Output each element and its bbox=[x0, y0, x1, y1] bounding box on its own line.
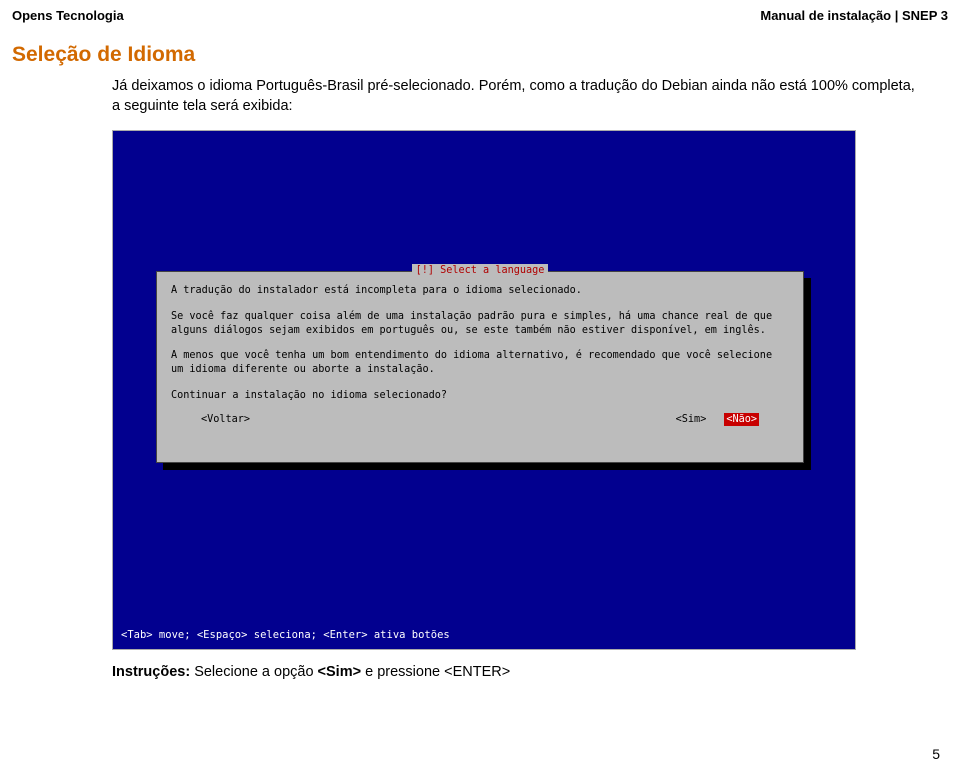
dialog-line-4: Continuar a instalação no idioma selecio… bbox=[171, 389, 789, 403]
instructions-enter: <ENTER> bbox=[444, 664, 510, 680]
header-left: Opens Tecnologia bbox=[12, 8, 124, 23]
instructions-text-1: Selecione a opção bbox=[190, 664, 317, 680]
page-number: 5 bbox=[932, 746, 940, 762]
instructions-line: Instruções: Selecione a opção <Sim> e pr… bbox=[112, 664, 948, 680]
instructions-sim: <Sim> bbox=[318, 664, 362, 680]
dialog-title: [!] Select a language bbox=[412, 264, 549, 278]
status-bar: <Tab> move; <Espaço> seleciona; <Enter> … bbox=[121, 629, 450, 641]
language-dialog: [!] Select a language A tradução do inst… bbox=[156, 271, 804, 463]
dialog-button-row: <Voltar> <Sim> <Não> bbox=[171, 413, 789, 427]
screenshot-container: [!] Select a language A tradução do inst… bbox=[112, 130, 948, 650]
header-right: Manual de instalação | SNEP 3 bbox=[760, 8, 948, 23]
dialog-line-3: A menos que você tenha um bom entendimen… bbox=[171, 349, 789, 377]
section-title: Seleção de Idioma bbox=[12, 43, 948, 67]
dialog-line-2: Se você faz qualquer coisa além de uma i… bbox=[171, 310, 789, 338]
instructions-label: Instruções: bbox=[112, 664, 190, 680]
yes-button[interactable]: <Sim> bbox=[676, 413, 707, 427]
dialog-line-1: A tradução do instalador está incompleta… bbox=[171, 284, 789, 298]
dialog-title-row: [!] Select a language bbox=[157, 271, 803, 285]
installer-screenshot: [!] Select a language A tradução do inst… bbox=[112, 130, 856, 650]
instructions-text-2: e pressione bbox=[361, 664, 444, 680]
no-button[interactable]: <Não> bbox=[724, 413, 759, 427]
back-button[interactable]: <Voltar> bbox=[201, 413, 250, 427]
page-header: Opens Tecnologia Manual de instalação | … bbox=[12, 8, 948, 23]
intro-paragraph: Já deixamos o idioma Português-Brasil pr… bbox=[112, 77, 918, 116]
